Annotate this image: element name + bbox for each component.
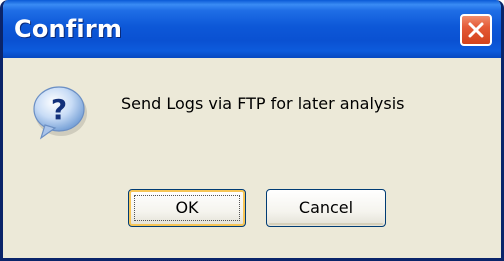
focus-indicator <box>134 195 240 221</box>
dialog-body: ? Send Logs via FTP for later analysis O… <box>3 58 501 258</box>
question-icon: ? <box>33 86 87 140</box>
cancel-button[interactable]: Cancel <box>266 189 386 227</box>
ok-button[interactable]: OK <box>128 189 246 227</box>
confirm-dialog: Confirm ? Send Logs via FTP for later an… <box>0 0 504 261</box>
close-icon <box>468 22 484 38</box>
cancel-button-label: Cancel <box>298 198 354 217</box>
dialog-title: Confirm <box>14 15 123 43</box>
svg-text:?: ? <box>51 93 67 126</box>
close-button[interactable] <box>460 14 492 46</box>
title-bar[interactable]: Confirm <box>3 0 501 58</box>
dialog-message: Send Logs via FTP for later analysis <box>121 94 405 113</box>
